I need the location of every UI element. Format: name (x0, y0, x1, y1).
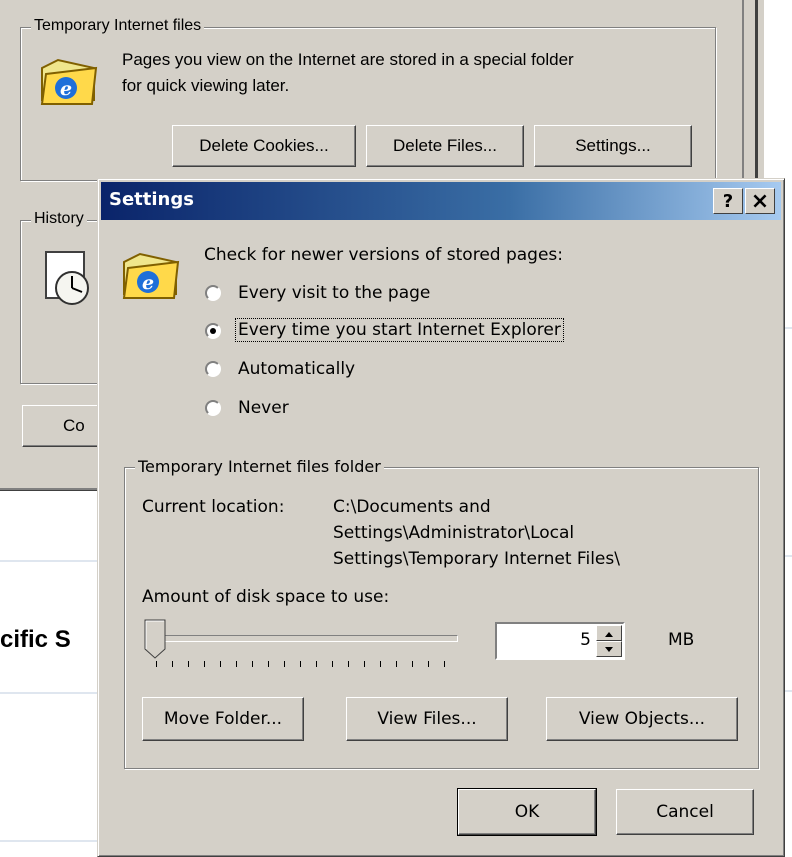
disk-space-unit: MB (668, 630, 695, 650)
delete-files-button[interactable]: Delete Files... (366, 125, 524, 167)
temp-files-description-2: for quick viewing later. (122, 76, 290, 95)
delete-cookies-button[interactable]: Delete Cookies... (172, 125, 356, 167)
disk-space-slider-thumb[interactable] (144, 619, 166, 659)
move-folder-button[interactable]: Move Folder... (142, 697, 304, 741)
settings-button[interactable]: Settings... (534, 125, 692, 167)
check-versions-label: Check for newer versions of stored pages… (204, 245, 564, 265)
option-automatically[interactable]: Automatically (205, 359, 605, 385)
location-path-line2: Settings\Administrator\Local (333, 523, 575, 543)
page-separator (0, 692, 97, 694)
help-button[interactable]: ? (713, 188, 743, 214)
disk-space-slider-track (156, 635, 458, 642)
title-bar[interactable]: Settings ? × (101, 182, 781, 220)
option-label: Never (238, 398, 289, 418)
dialog-title: Settings (109, 189, 194, 210)
spinner-up-icon[interactable] (596, 625, 622, 641)
colors-button[interactable]: Co (22, 405, 100, 447)
option-every-start[interactable]: Every time you start Internet Explorer (205, 318, 605, 347)
option-every-visit[interactable]: Every visit to the page (205, 283, 605, 309)
view-objects-button[interactable]: View Objects... (546, 697, 738, 741)
option-label: Automatically (238, 359, 356, 379)
temp-files-description-1: Pages you view on the Internet are store… (122, 50, 574, 69)
disk-space-label: Amount of disk space to use: (142, 587, 390, 607)
page-separator (0, 560, 97, 562)
radio-every-visit[interactable] (205, 285, 221, 301)
option-label: Every visit to the page (238, 283, 431, 303)
temp-files-group-title: Temporary Internet files (31, 17, 205, 35)
svg-text:e: e (142, 272, 154, 294)
location-path-line3: Settings\Temporary Internet Files\ (333, 549, 620, 569)
page-separator (785, 555, 792, 557)
ie-folder-icon: e (120, 244, 182, 302)
close-button[interactable]: × (745, 188, 775, 214)
history-clock-icon (42, 250, 97, 308)
page-separator (785, 327, 792, 329)
location-path-line1: C:\Documents and (333, 497, 491, 517)
panel-divider (742, 0, 744, 180)
page-separator (785, 690, 792, 692)
current-location-label: Current location: (142, 497, 285, 517)
slider-ticks (156, 661, 456, 669)
view-files-button[interactable]: View Files... (346, 697, 508, 741)
disk-space-input[interactable]: 5 (495, 622, 625, 660)
radio-automatically[interactable] (205, 361, 221, 377)
radio-every-start[interactable] (205, 323, 221, 339)
ok-button[interactable]: OK (457, 788, 597, 836)
spinner-down-icon[interactable] (596, 641, 622, 657)
disk-space-value: 5 (580, 630, 591, 650)
svg-text:e: e (60, 78, 72, 100)
option-label: Every time you start Internet Explorer (235, 318, 564, 342)
page-heading-partial: cific S (0, 626, 71, 653)
settings-dialog: Settings ? × e Check for newer versions … (97, 178, 785, 857)
ie-folder-icon: e (38, 50, 100, 108)
cancel-button[interactable]: Cancel (616, 789, 754, 835)
history-group-title: History (31, 210, 87, 228)
radio-never[interactable] (205, 400, 221, 416)
page-separator (0, 840, 97, 842)
option-never[interactable]: Never (205, 398, 605, 424)
folder-group-title: Temporary Internet files folder (135, 457, 384, 476)
